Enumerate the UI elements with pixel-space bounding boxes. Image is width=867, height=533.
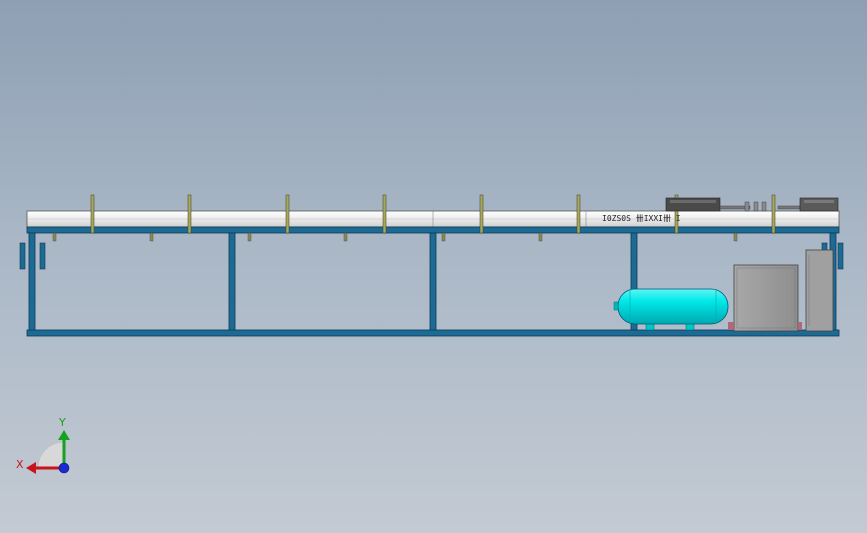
y-axis-arrowhead	[58, 430, 70, 440]
air-tank	[613, 288, 729, 331]
control-cabinet	[728, 264, 802, 332]
conveyor-beam	[26, 210, 840, 228]
triad-plane-shading	[37, 441, 65, 469]
z-axis-dot	[58, 462, 70, 474]
beam-engraving: I0ZS0S 卌IXXI卌 I	[602, 214, 681, 223]
y-axis-label: Y	[58, 416, 66, 429]
top-rail	[26, 226, 840, 234]
machine-assembly: I0ZS0S 卌IXXI卌 I	[19, 194, 844, 337]
cad-viewport[interactable]: I0ZS0S 卌IXXI卌 I Y X	[0, 0, 867, 533]
side-panel	[805, 249, 834, 332]
orientation-triad: Y X	[16, 416, 70, 474]
x-axis-arrowhead	[26, 462, 36, 474]
drive-unit	[665, 197, 839, 212]
x-axis-label: X	[16, 458, 24, 471]
bottom-rail	[26, 329, 840, 337]
